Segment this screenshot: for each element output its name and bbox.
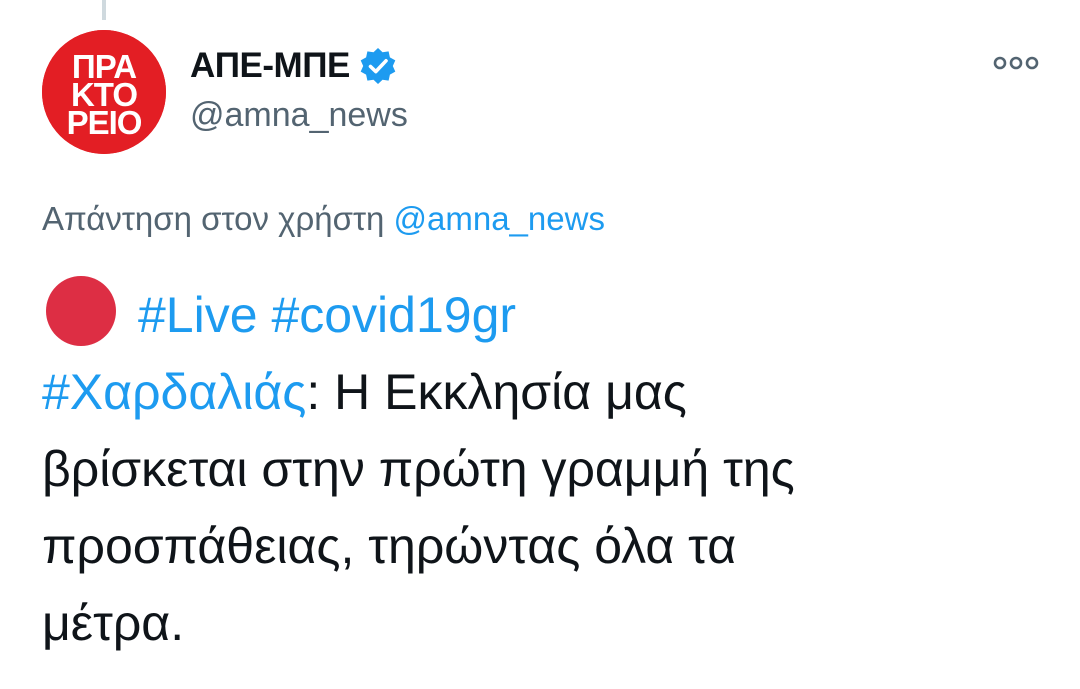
- reply-target-link[interactable]: @amna_news: [394, 200, 605, 237]
- tweet-line-1-text: : Η Εκκλησία μας: [306, 364, 687, 420]
- avatar[interactable]: ΠΡΑ ΚΤΟ ΡΕΙΟ: [42, 30, 166, 154]
- tweet-line-3: προσπάθειας, τηρώντας όλα τα: [42, 518, 737, 574]
- hashtag-link-chardalias[interactable]: #Χαρδαλιάς: [42, 364, 306, 420]
- display-name[interactable]: ΑΠΕ-ΜΠΕ: [190, 46, 350, 86]
- account-name-row: ΑΠΕ-ΜΠΕ: [190, 44, 398, 88]
- account-handle[interactable]: @amna_news: [190, 96, 408, 135]
- tweet-line-hashtags: #Live #covid19gr: [42, 276, 1032, 354]
- reply-prefix: Απάντηση στον χρήστη: [42, 200, 385, 237]
- tweet-text: #Live #covid19gr #Χαρδαλιάς: Η Εκκλησία …: [42, 276, 1032, 662]
- hashtag-link-live[interactable]: #Live: [138, 287, 258, 343]
- hashtag-link-covid19gr[interactable]: #covid19gr: [271, 287, 516, 343]
- tweet-line-1: #Χαρδαλιάς: Η Εκκλησία μας: [42, 354, 1032, 431]
- tweet-line-2: βρίσκεται στην πρώτη γραμμή της: [42, 441, 795, 497]
- verified-badge-icon: [358, 46, 398, 86]
- red-circle-emoji-icon: [46, 276, 116, 346]
- reply-context: Απάντηση στον χρήστη @amna_news: [42, 200, 605, 238]
- more-options-icon[interactable]: [992, 48, 1040, 78]
- thread-connector-line: [102, 0, 106, 20]
- svg-text:ΡΕΙΟ: ΡΕΙΟ: [67, 104, 142, 141]
- avatar-logo: ΠΡΑ ΚΤΟ ΡΕΙΟ: [42, 30, 166, 154]
- tweet-line-4: μέτρα.: [42, 595, 185, 651]
